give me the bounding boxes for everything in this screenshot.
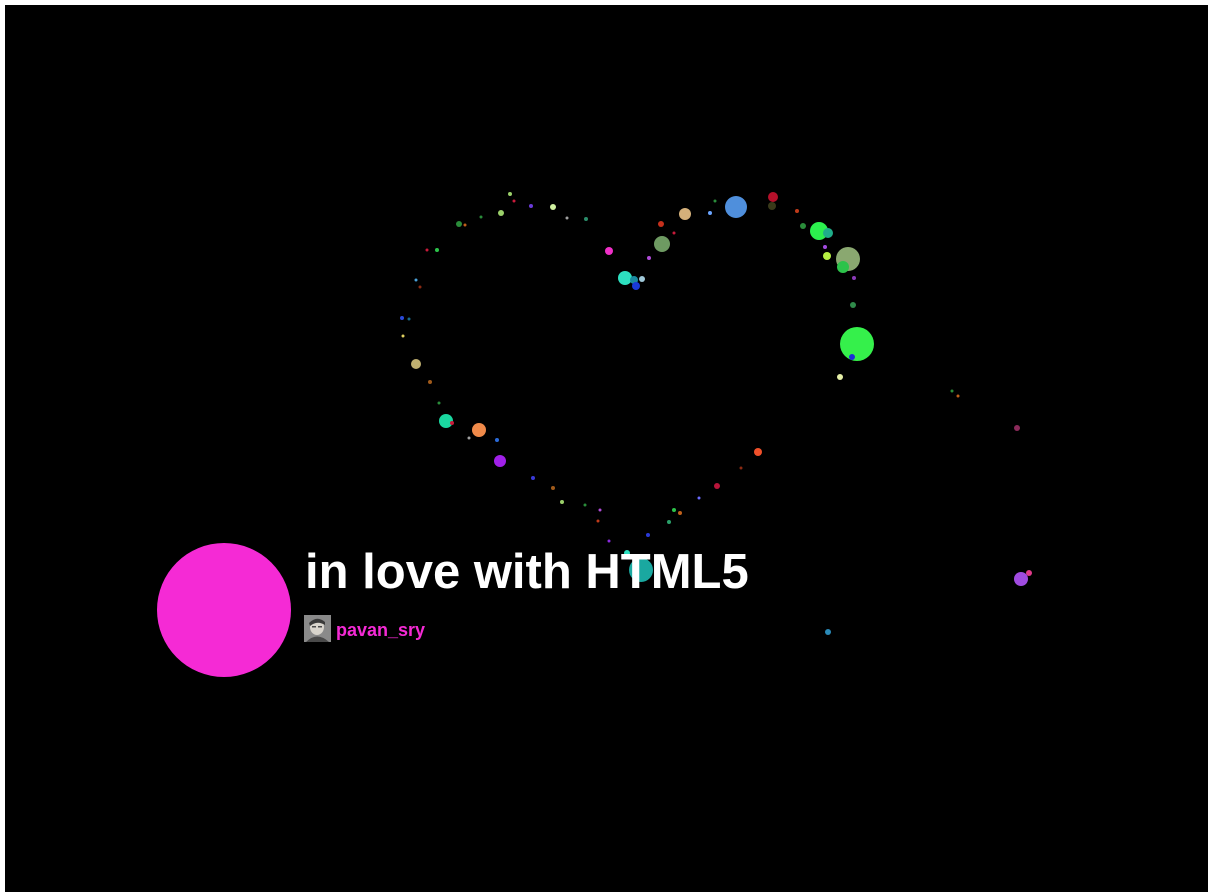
particle: [1014, 425, 1020, 431]
particle: [400, 316, 404, 320]
particle: [1014, 572, 1028, 586]
particle: [411, 359, 421, 369]
particle: [739, 466, 743, 470]
particle: [479, 215, 483, 219]
particle: [551, 486, 555, 490]
particle: [437, 401, 441, 405]
particle: [498, 210, 504, 216]
particle: [529, 204, 533, 208]
particle: [725, 196, 747, 218]
particle: [667, 520, 671, 524]
particle: [435, 248, 439, 252]
particle: [754, 448, 762, 456]
particle: [768, 202, 776, 210]
particle: [840, 327, 874, 361]
particle: [494, 455, 506, 467]
particle: [837, 261, 849, 273]
particle: [823, 245, 827, 249]
particle: [425, 248, 429, 252]
particle: [708, 211, 712, 215]
particle: [823, 228, 833, 238]
page-title: in love with HTML5: [305, 545, 749, 599]
particle: [837, 374, 843, 380]
particle: [956, 394, 960, 398]
particle: [512, 199, 516, 203]
particle: [439, 414, 453, 428]
particle: [679, 208, 691, 220]
particle: [583, 503, 587, 507]
particle: [605, 247, 613, 255]
particle: [531, 476, 535, 480]
particle: [565, 216, 569, 220]
particle: [768, 192, 778, 202]
particle: [596, 519, 600, 523]
author-credit[interactable]: pavan_sry: [304, 615, 425, 642]
animation-canvas: in love with HTML5 pavan_sry: [5, 5, 1208, 892]
particle: [1026, 570, 1032, 576]
particle: [407, 317, 411, 321]
particle: [852, 276, 856, 280]
particle: [618, 271, 632, 285]
particle: [508, 192, 512, 196]
particle: [795, 209, 799, 213]
user-photo-icon[interactable]: [304, 615, 331, 642]
particle: [463, 223, 467, 227]
particle: [654, 236, 670, 252]
author-link[interactable]: pavan_sry: [336, 620, 425, 641]
particle: [672, 231, 676, 235]
particle: [697, 496, 701, 500]
particle: [800, 223, 806, 229]
particle: [672, 508, 676, 512]
particle: [450, 421, 454, 425]
particle: [467, 436, 471, 440]
particle: [647, 256, 651, 260]
particle-heart: [400, 192, 1032, 635]
particle: [823, 252, 831, 260]
particle: [714, 483, 720, 489]
particle: [472, 423, 486, 437]
particle: [849, 354, 855, 360]
particle: [678, 511, 682, 515]
particle: [598, 508, 602, 512]
particle: [414, 278, 418, 282]
particle: [950, 389, 954, 393]
large-particle: [157, 543, 291, 677]
particle: [550, 204, 556, 210]
particle: [428, 380, 432, 384]
particle: [632, 282, 640, 290]
particle: [584, 217, 588, 221]
particle: [825, 629, 831, 635]
particle: [646, 533, 650, 537]
particle: [456, 221, 462, 227]
particle: [560, 500, 564, 504]
particle: [401, 334, 405, 338]
particle: [713, 199, 717, 203]
particle: [658, 221, 664, 227]
particle: [639, 276, 645, 282]
particle: [850, 302, 856, 308]
particle: [495, 438, 499, 442]
particle: [418, 285, 422, 289]
